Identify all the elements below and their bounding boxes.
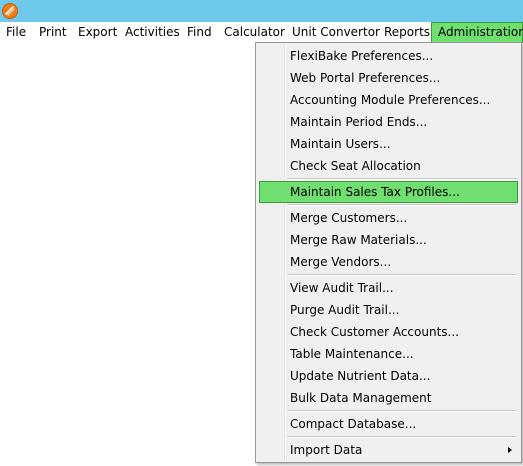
menu-bar: File Print Export Activities Find Calcul… [0, 22, 523, 43]
submenu-arrow-icon [508, 447, 512, 453]
menu-export[interactable]: Export [72, 22, 123, 43]
menu-item-check-seat-allocation[interactable]: Check Seat Allocation [259, 155, 518, 177]
menu-activities[interactable]: Activities [119, 22, 186, 43]
menu-item-merge-customers[interactable]: Merge Customers... [259, 207, 518, 229]
menu-item-import-data-label: Import Data [290, 443, 363, 457]
menu-item-view-audit-trail[interactable]: View Audit Trail... [259, 277, 518, 299]
menu-separator [287, 178, 517, 180]
menu-item-compact-database[interactable]: Compact Database... [259, 413, 518, 435]
menu-item-check-customer-accounts[interactable]: Check Customer Accounts... [259, 321, 518, 343]
menu-separator [287, 410, 517, 412]
menu-item-import-data[interactable]: Import Data [259, 439, 518, 461]
menu-separator [287, 436, 517, 438]
menu-reports[interactable]: Reports [378, 22, 436, 43]
menu-item-merge-vendors[interactable]: Merge Vendors... [259, 251, 518, 273]
menu-find[interactable]: Find [181, 22, 218, 43]
menu-item-accounting-module-preferences[interactable]: Accounting Module Preferences... [259, 89, 518, 111]
menu-calculator[interactable]: Calculator [218, 22, 291, 43]
menu-item-web-portal-preferences[interactable]: Web Portal Preferences... [259, 67, 518, 89]
menu-print[interactable]: Print [33, 22, 73, 43]
menu-administration[interactable]: Administration [431, 22, 523, 43]
menu-item-flexibake-preferences[interactable]: FlexiBake Preferences... [259, 45, 518, 67]
menu-item-maintain-users[interactable]: Maintain Users... [259, 133, 518, 155]
menu-item-bulk-data-management[interactable]: Bulk Data Management [259, 387, 518, 409]
menu-item-merge-raw-materials[interactable]: Merge Raw Materials... [259, 229, 518, 251]
menu-item-purge-audit-trail[interactable]: Purge Audit Trail... [259, 299, 518, 321]
menu-unit-convertor[interactable]: Unit Convertor [286, 22, 386, 43]
menu-item-update-nutrient-data[interactable]: Update Nutrient Data... [259, 365, 518, 387]
title-bar [0, 0, 523, 22]
menu-file[interactable]: File [0, 22, 32, 43]
menu-separator [287, 274, 517, 276]
menu-item-table-maintenance[interactable]: Table Maintenance... [259, 343, 518, 365]
administration-dropdown: FlexiBake Preferences... Web Portal Pref… [255, 42, 522, 463]
menu-item-maintain-period-ends[interactable]: Maintain Period Ends... [259, 111, 518, 133]
menu-item-maintain-sales-tax-profiles[interactable]: Maintain Sales Tax Profiles... [259, 181, 518, 203]
menu-separator [287, 204, 517, 206]
app-icon[interactable] [2, 3, 18, 19]
